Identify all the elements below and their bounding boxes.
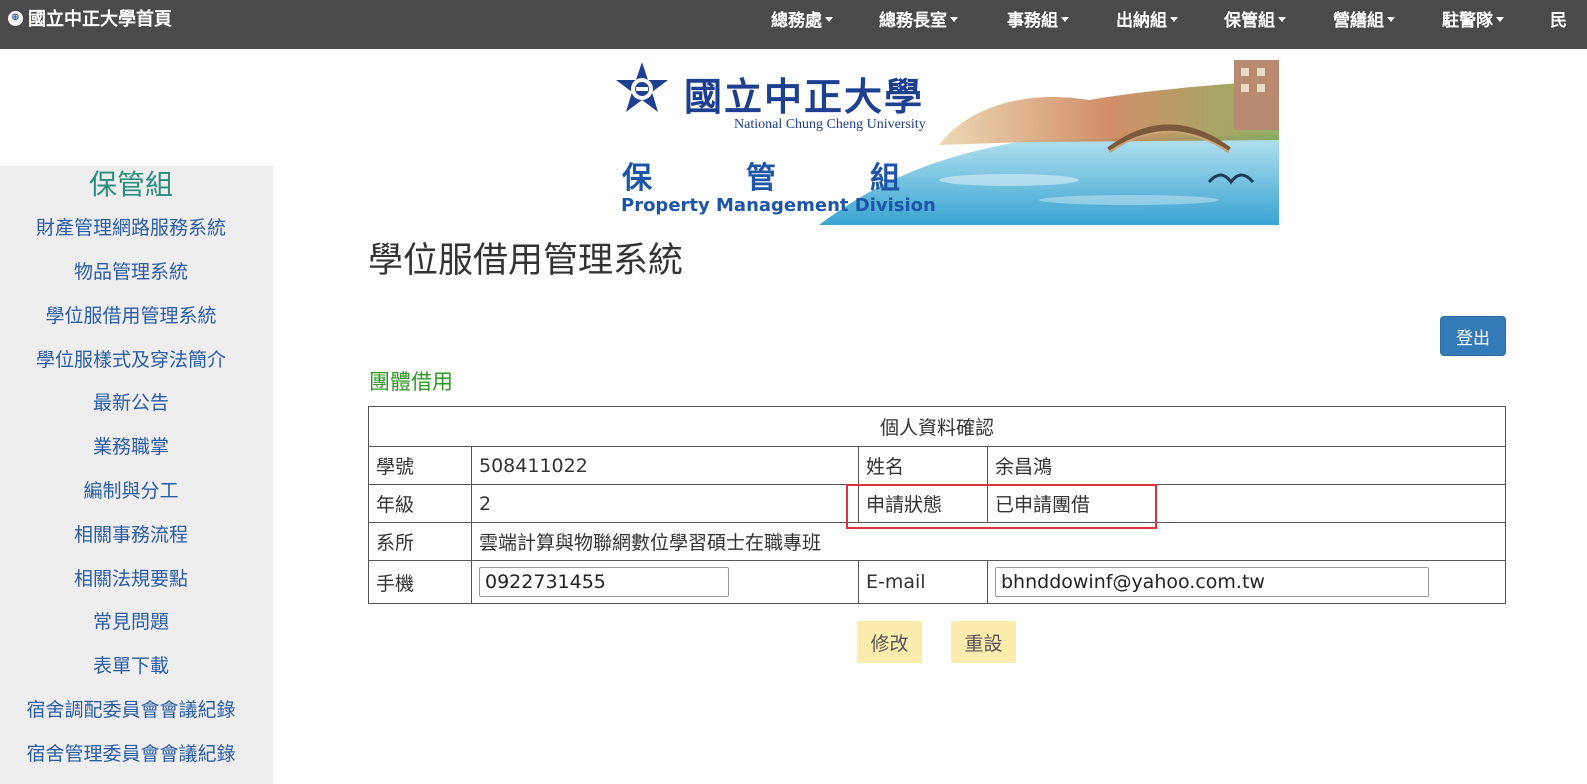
- nav-campus-police[interactable]: 駐警隊: [1442, 6, 1504, 31]
- university-logo-icon: ⊕: [8, 10, 23, 26]
- university-name-en: National Chung Cheng University: [734, 117, 926, 132]
- nav-cashier-section[interactable]: 出納組: [1116, 6, 1178, 31]
- caret-down-icon: [950, 16, 958, 22]
- sidebar-item-news[interactable]: 最新公告: [0, 389, 262, 417]
- nav-construction-section[interactable]: 營繕組: [1333, 6, 1395, 31]
- nav-general-affairs[interactable]: 總務處: [771, 6, 833, 31]
- sidebar-item-gown-styles[interactable]: 學位服樣式及穿法簡介: [0, 346, 262, 374]
- sidebar-item-forms[interactable]: 表單下載: [0, 652, 262, 680]
- caret-down-icon: [1496, 16, 1504, 22]
- email-input[interactable]: [995, 567, 1429, 597]
- reset-button[interactable]: 重設: [951, 621, 1016, 663]
- home-link-label: 國立中正大學首頁: [28, 9, 172, 30]
- dept-label: 系所: [368, 522, 472, 561]
- nav-label: 保管組: [1224, 10, 1275, 31]
- phone-cell: [471, 560, 859, 604]
- sidebar-item-procedures[interactable]: 相關事務流程: [0, 521, 262, 549]
- name-value: 余昌鴻: [987, 446, 1506, 485]
- division-name-cn: 保管組: [622, 161, 994, 196]
- sidebar-item-goods-management[interactable]: 物品管理系統: [0, 258, 262, 286]
- home-link[interactable]: ⊕ 國立中正大學首頁: [8, 6, 172, 30]
- table-row: 學號 508411022 姓名 余昌鴻: [368, 446, 1506, 485]
- university-name-cn: 國立中正大學: [684, 74, 925, 119]
- dept-value: 雲端計算與物聯網數位學習碩士在職專班: [471, 522, 1506, 561]
- division-name-en: Property Management Division: [621, 195, 936, 216]
- modify-button[interactable]: 修改: [857, 621, 922, 663]
- status-value: 已申請團借: [987, 484, 1506, 523]
- nav-label: 事務組: [1007, 10, 1058, 31]
- phone-label: 手機: [368, 560, 472, 604]
- status-label: 申請狀態: [858, 484, 988, 523]
- phone-input[interactable]: [479, 567, 729, 597]
- nav-label: 民: [1550, 10, 1567, 31]
- nav-director-office[interactable]: 總務長室: [879, 6, 958, 31]
- sidebar-item-duties[interactable]: 業務職掌: [0, 433, 262, 461]
- caret-down-icon: [1278, 16, 1286, 22]
- student-id-value: 508411022: [471, 446, 859, 485]
- sidebar-item-gown-system[interactable]: 學位服借用管理系統: [0, 302, 262, 330]
- nav-item-truncated[interactable]: 民: [1550, 6, 1567, 31]
- sidebar-item-organization[interactable]: 編制與分工: [0, 477, 262, 505]
- grade-value: 2: [471, 484, 859, 523]
- nav-label: 駐警隊: [1442, 10, 1493, 31]
- name-label: 姓名: [858, 446, 988, 485]
- nav-affairs-section[interactable]: 事務組: [1007, 6, 1069, 31]
- table-row: 系所 雲端計算與物聯網數位學習碩士在職專班: [368, 522, 1506, 561]
- table-caption: 個人資料確認: [368, 406, 1506, 447]
- sidebar-item-regulations[interactable]: 相關法規要點: [0, 565, 262, 593]
- nav-label: 總務處: [771, 10, 822, 31]
- email-label: E-mail: [858, 560, 988, 604]
- sidebar-item-faq[interactable]: 常見問題: [0, 608, 262, 636]
- sidebar-item-dorm-allocation-minutes[interactable]: 宿舍調配委員會會議紀錄: [0, 696, 262, 724]
- sidebar-item-property-service[interactable]: 財產管理網路服務系統: [0, 214, 262, 242]
- sidebar: 保管組 財產管理網路服務系統 物品管理系統 學位服借用管理系統 學位服樣式及穿法…: [0, 166, 273, 784]
- nav-label: 出納組: [1116, 10, 1167, 31]
- nav-label: 總務長室: [879, 10, 947, 31]
- email-cell: [987, 560, 1506, 604]
- logout-button[interactable]: 登出: [1440, 316, 1506, 356]
- nav-label: 營繕組: [1333, 10, 1384, 31]
- sidebar-title: 保管組: [88, 168, 173, 201]
- caret-down-icon: [1061, 16, 1069, 22]
- page-title: 學位服借用管理系統: [368, 241, 684, 281]
- division-banner: 國立中正大學 National Chung Cheng University 保…: [609, 60, 1279, 225]
- caret-down-icon: [1170, 16, 1178, 22]
- personal-info-table: 個人資料確認 學號 508411022 姓名 余昌鴻 年級 2 申請狀態 已申請…: [368, 406, 1506, 604]
- caret-down-icon: [825, 16, 833, 22]
- university-emblem-icon: [616, 62, 668, 112]
- nav-property-section[interactable]: 保管組: [1224, 6, 1286, 31]
- table-row: 年級 2 申請狀態 已申請團借: [368, 484, 1506, 523]
- section-title: 團體借用: [369, 370, 453, 394]
- grade-label: 年級: [368, 484, 472, 523]
- student-id-label: 學號: [368, 446, 472, 485]
- caret-down-icon: [1387, 16, 1395, 22]
- top-navbar: ⊕ 國立中正大學首頁 總務處 總務長室 事務組 出納組 保管組 營繕組 駐警隊 …: [0, 0, 1587, 49]
- sidebar-item-dorm-management-minutes[interactable]: 宿舍管理委員會會議紀錄: [0, 740, 262, 768]
- table-row: 手機 E-mail: [368, 560, 1506, 604]
